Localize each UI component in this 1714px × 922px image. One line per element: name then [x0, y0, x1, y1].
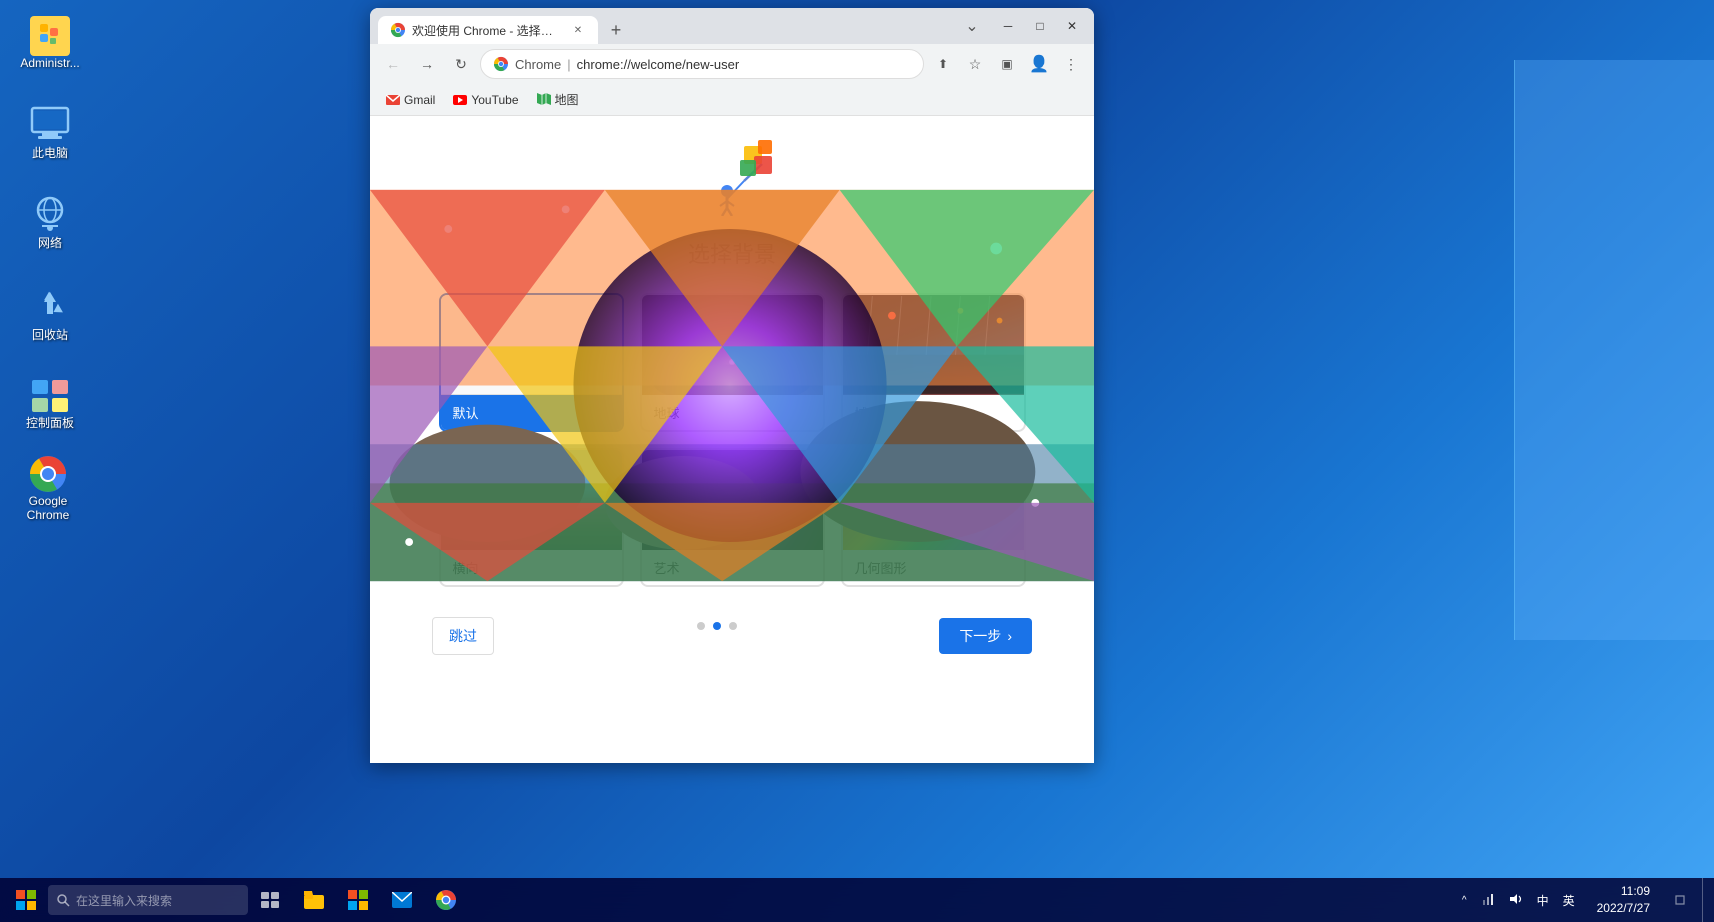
tray-language-label: 英	[1563, 894, 1575, 908]
browser-window: 欢迎使用 Chrome - 选择背景 ✕ + ⌄ ─ □ ✕ ← → ↻	[370, 8, 1094, 763]
notification-center[interactable]	[1658, 878, 1702, 922]
page-content: 选择背景 默认 地球	[370, 116, 1094, 763]
search-icon	[56, 893, 70, 907]
admin-icon-label: Administr...	[20, 56, 79, 70]
tray-volume[interactable]	[1503, 888, 1529, 913]
file-explorer-icon	[304, 891, 324, 909]
notification-icon	[1672, 892, 1688, 908]
desktop-icon-computer[interactable]: 此电脑	[10, 100, 90, 167]
taskbar-store[interactable]	[336, 878, 380, 922]
clock-time: 11:09	[1597, 883, 1650, 900]
desktop-icon-network[interactable]: 网络	[10, 190, 90, 257]
desktop-icon-admin[interactable]: Administr...	[10, 10, 90, 76]
taskbar-search-placeholder: 在这里输入来搜索	[76, 892, 172, 909]
system-clock[interactable]: 11:09 2022/7/27	[1589, 879, 1658, 921]
network-icon	[30, 196, 70, 234]
taskbar-search[interactable]: 在这里输入来搜索	[48, 885, 248, 915]
taskbar-task-view[interactable]	[248, 878, 292, 922]
theme-preview-geometric	[843, 450, 1024, 550]
tray-network[interactable]	[1475, 888, 1501, 913]
system-tray: ^ 中 英	[1448, 888, 1589, 913]
tray-chevron[interactable]: ^	[1456, 891, 1473, 910]
mail-icon	[392, 892, 412, 908]
windows-glass-decoration	[1514, 60, 1714, 640]
show-desktop-button[interactable]	[1702, 878, 1710, 922]
taskbar-file-explorer[interactable]	[292, 878, 336, 922]
store-icon	[348, 890, 368, 910]
desktop-icon-control[interactable]: 控制面板	[10, 370, 90, 437]
clock-date: 2022/7/27	[1597, 900, 1650, 917]
network-tray-icon	[1481, 892, 1495, 906]
task-view-icon	[261, 892, 279, 908]
control-panel-icon	[30, 376, 70, 414]
computer-icon	[30, 106, 70, 144]
windows-logo-icon	[16, 890, 36, 910]
chrome-desktop-icon-label: Google Chrome	[14, 494, 82, 522]
tray-language[interactable]: 英	[1557, 888, 1581, 913]
network-icon-label: 网络	[38, 234, 62, 251]
tray-ime[interactable]: 中	[1531, 888, 1555, 913]
desktop-icon-chrome[interactable]: Google Chrome	[8, 448, 88, 528]
control-panel-icon-label: 控制面板	[26, 414, 74, 431]
desktop-icon-recycle[interactable]: 回收站	[10, 280, 90, 349]
computer-icon-label: 此电脑	[32, 144, 68, 161]
taskbar-chrome[interactable]	[424, 878, 468, 922]
theme-card-geometric[interactable]: 几何图形	[841, 448, 1026, 587]
admin-avatar-icon	[30, 16, 70, 56]
recycle-icon	[30, 286, 70, 326]
tray-ime-label: 中	[1537, 894, 1549, 908]
volume-tray-icon	[1509, 892, 1523, 906]
start-button[interactable]	[4, 878, 48, 922]
taskbar: 在这里输入来搜索	[0, 878, 1714, 922]
chrome-desktop-icon	[28, 454, 68, 494]
recycle-icon-label: 回收站	[32, 326, 68, 343]
desktop: Administr... 此电脑 网络 回收站	[0, 0, 1714, 922]
theme-grid: 默认 地球	[439, 293, 1026, 587]
chrome-taskbar-icon	[435, 889, 457, 911]
taskbar-mail[interactable]	[380, 878, 424, 922]
